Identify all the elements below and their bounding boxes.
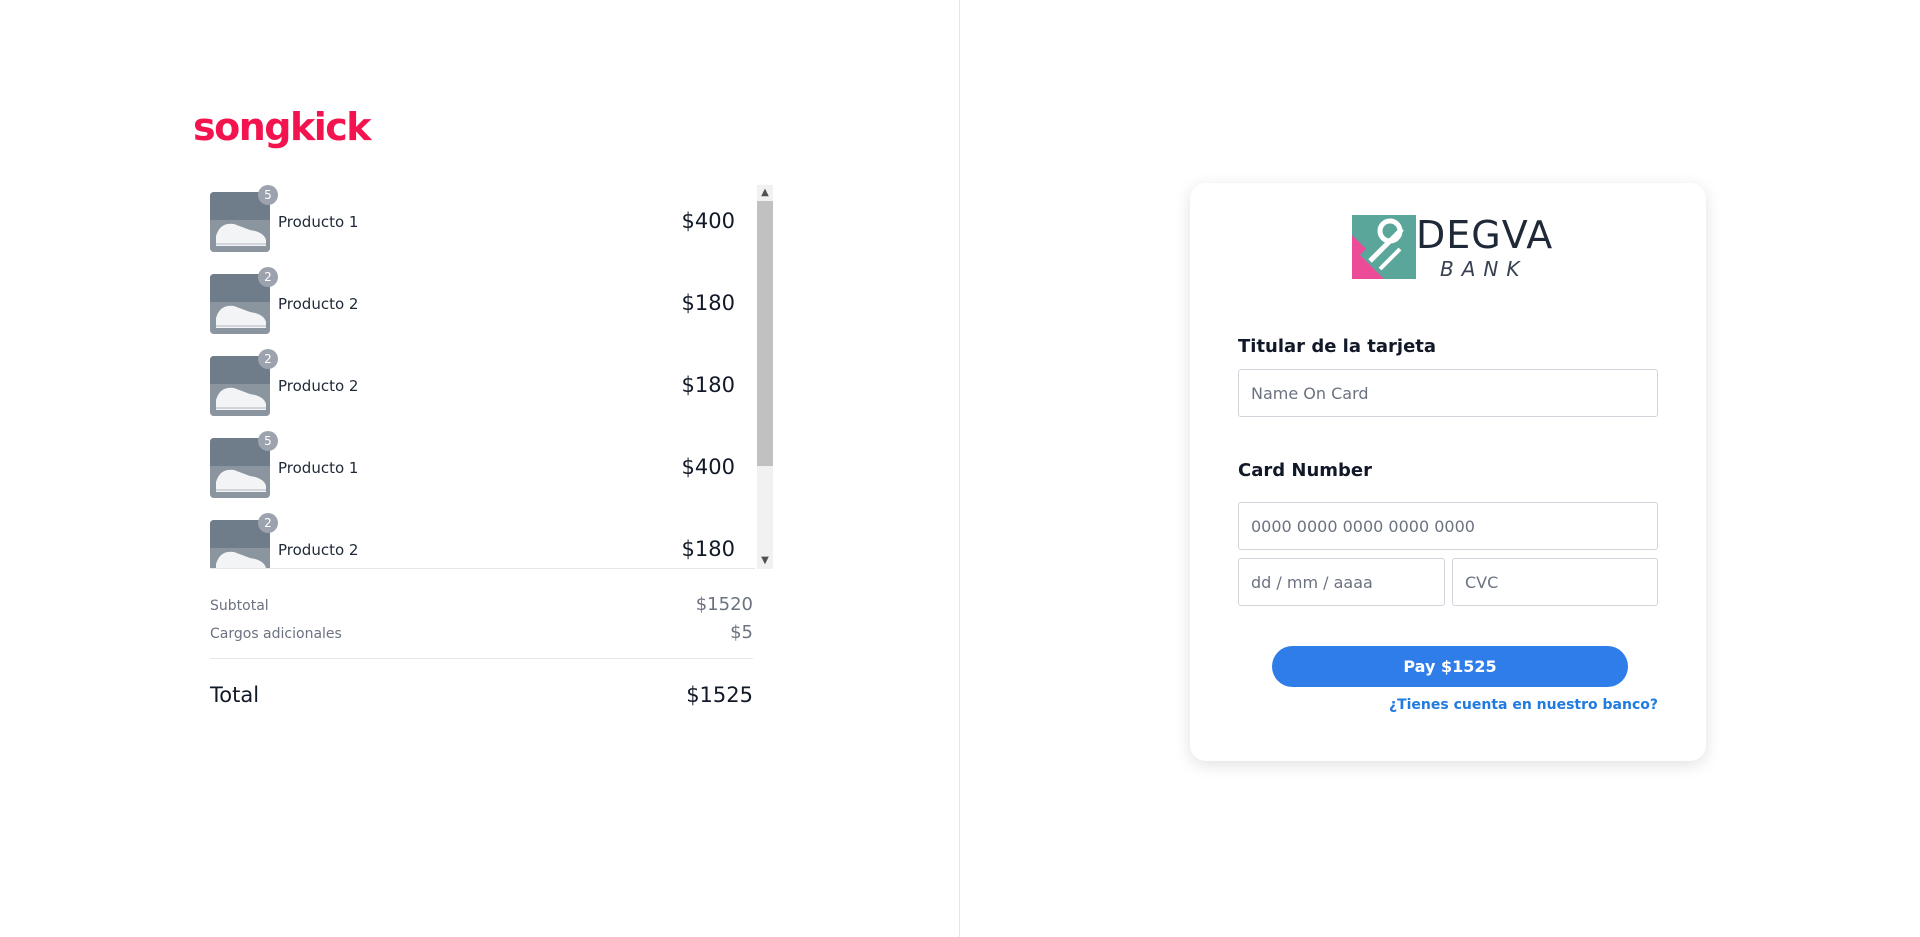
cvc-input[interactable]	[1452, 558, 1658, 606]
quantity-badge: 5	[258, 185, 278, 205]
card-number-input[interactable]	[1238, 502, 1658, 550]
item-price: $400	[681, 455, 735, 479]
songkick-logo: songkick	[193, 105, 372, 149]
quantity-badge: 2	[258, 349, 278, 369]
item-price: $180	[681, 373, 735, 397]
total-label: Total	[210, 683, 260, 707]
item-name: Producto 2	[278, 295, 359, 313]
total-row: Total $1525	[210, 659, 753, 719]
expiry-date-input[interactable]	[1238, 558, 1445, 606]
bank-name: DEGVA	[1416, 213, 1554, 257]
subtotal-value: $1520	[695, 594, 753, 615]
item-price: $400	[681, 209, 735, 233]
fees-row: Cargos adicionales $5	[210, 618, 753, 646]
payment-card: DEGVA BANK Titular de la tarjeta Card Nu…	[1190, 183, 1706, 761]
fees-value: $5	[730, 622, 753, 643]
card-holder-input[interactable]	[1238, 369, 1658, 417]
bank-account-link[interactable]: ¿Tienes cuenta en nuestro banco?	[1389, 697, 1658, 713]
item-name: Producto 2	[278, 377, 359, 395]
fees-label: Cargos adicionales	[210, 626, 342, 642]
item-name: Producto 1	[278, 459, 359, 477]
quantity-badge: 2	[258, 513, 278, 533]
quantity-badge: 5	[258, 431, 278, 451]
cart: 5 Producto 1 $400 2 Producto 2 $180 2 Pr…	[210, 185, 773, 569]
bank-emblem-icon	[1352, 215, 1416, 279]
cart-item: 5 Producto 1 $400	[210, 185, 735, 252]
pay-button[interactable]: Pay $1525	[1272, 646, 1628, 687]
cart-item: 2 Producto 2 $180	[210, 267, 735, 334]
subtotal-row: Subtotal $1520	[210, 590, 753, 618]
checkout-page: songkick 5 Producto 1 $400 2 Producto 2 …	[0, 0, 1920, 937]
scroll-up-icon[interactable]: ▲	[757, 185, 773, 201]
subtotal-label: Subtotal	[210, 598, 269, 614]
cart-item: 2 Producto 2 $180	[210, 349, 735, 416]
quantity-badge: 2	[258, 267, 278, 287]
cart-item: 2 Producto 2 $180	[210, 513, 735, 568]
item-price: $180	[681, 537, 735, 561]
card-number-label: Card Number	[1238, 460, 1372, 481]
scrollbar-thumb[interactable]	[757, 201, 773, 466]
cart-items-list[interactable]: 5 Producto 1 $400 2 Producto 2 $180 2 Pr…	[210, 185, 755, 569]
scroll-down-icon[interactable]: ▼	[757, 553, 773, 569]
cart-item: 5 Producto 1 $400	[210, 431, 735, 498]
item-price: $180	[681, 291, 735, 315]
order-panel: songkick 5 Producto 1 $400 2 Producto 2 …	[0, 0, 960, 937]
card-holder-label: Titular de la tarjeta	[1238, 336, 1437, 357]
item-name: Producto 2	[278, 541, 359, 559]
order-summary: Subtotal $1520 Cargos adicionales $5 Tot…	[210, 590, 753, 719]
total-value: $1525	[686, 683, 753, 707]
bank-subtitle: BANK	[1440, 257, 1528, 281]
cart-scrollbar[interactable]: ▲ ▼	[757, 185, 773, 569]
item-name: Producto 1	[278, 213, 359, 231]
